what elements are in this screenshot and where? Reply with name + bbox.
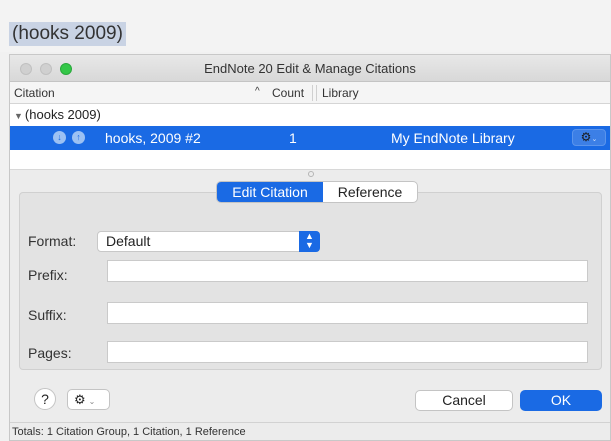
row-gear-menu-button[interactable]: ⚙⌄ (572, 129, 606, 146)
chevron-down-icon: ⌄ (88, 397, 96, 406)
format-select[interactable]: Default ▲ ▼ (97, 231, 320, 252)
column-headers: Citation ^ Count Library (10, 82, 610, 104)
stepper-icon[interactable]: ▲ ▼ (299, 231, 320, 252)
document-strip: (hooks 2009) (0, 0, 611, 52)
titlebar: EndNote 20 Edit & Manage Citations (10, 55, 610, 82)
gear-icon: ⚙ (74, 392, 86, 407)
document-citation[interactable]: (hooks 2009) (9, 22, 126, 46)
suffix-field[interactable] (107, 302, 588, 324)
gear-menu-button[interactable]: ⚙ ⌄ (67, 389, 110, 410)
prefix-field[interactable] (107, 260, 588, 282)
prefix-label: Prefix: (28, 267, 68, 283)
tab-segmented-control: Edit Citation Reference (216, 181, 418, 203)
tab-reference[interactable]: Reference (323, 182, 417, 202)
window-title: EndNote 20 Edit & Manage Citations (204, 61, 416, 76)
format-value: Default (106, 233, 151, 249)
gear-icon: ⚙ (580, 130, 592, 144)
column-divider[interactable] (316, 85, 317, 101)
tab-edit-citation[interactable]: Edit Citation (217, 182, 323, 202)
format-label: Format: (28, 233, 77, 249)
move-down-icon[interactable]: ↓ (53, 131, 66, 144)
column-header-library[interactable]: Library (322, 86, 359, 100)
pages-label: Pages: (28, 345, 72, 361)
pages-field[interactable] (107, 341, 588, 363)
sort-ascending-icon[interactable]: ^ (255, 86, 260, 97)
pane-splitter[interactable] (10, 170, 610, 180)
citation-count: 1 (289, 130, 297, 146)
status-bar: Totals: 1 Citation Group, 1 Citation, 1 … (10, 422, 610, 440)
suffix-label: Suffix: (28, 307, 67, 323)
citation-library: My EndNote Library (391, 130, 515, 146)
citation-group-label: (hooks 2009) (24, 107, 101, 122)
move-up-icon[interactable]: ↑ (72, 131, 85, 144)
chevron-down-icon: ⌄ (591, 136, 598, 143)
edit-manage-citations-window: EndNote 20 Edit & Manage Citations Citat… (9, 54, 611, 441)
citation-group-row[interactable]: ▼ (hooks 2009) (10, 105, 610, 125)
ok-button[interactable]: OK (520, 390, 602, 411)
citation-list: ▼ (hooks 2009) ↓ ↑ hooks, 2009 #2 1 My En… (10, 104, 610, 170)
selected-citation-row[interactable]: ↓ ↑ hooks, 2009 #2 1 My EndNote Library … (10, 126, 610, 150)
cancel-button[interactable]: Cancel (415, 390, 513, 411)
disclosure-triangle-icon[interactable]: ▼ (14, 111, 23, 121)
help-button[interactable]: ? (34, 388, 56, 410)
splitter-handle[interactable] (308, 171, 314, 177)
citation-reference: hooks, 2009 #2 (105, 130, 201, 146)
column-header-citation[interactable]: Citation (14, 86, 55, 100)
column-divider[interactable] (312, 85, 313, 101)
column-header-count[interactable]: Count (272, 86, 304, 100)
